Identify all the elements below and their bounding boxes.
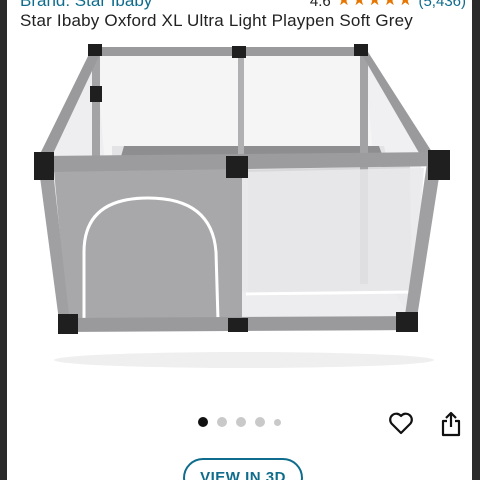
product-title: Star Ibaby Oxford XL Ultra Light Playpen… <box>20 11 413 30</box>
product-header-row: Brand: Star Ibaby 4.6 ★ ★ ★ ★ ★ (5,436) <box>20 0 472 11</box>
playpen-illustration <box>34 44 450 368</box>
star-icon: ★ <box>352 0 367 9</box>
rating-value: 4.6 <box>309 0 331 10</box>
left-frame-edge <box>0 0 7 480</box>
half-star-icon: ★ <box>398 0 413 9</box>
pagination-dot[interactable] <box>198 417 208 427</box>
product-image[interactable] <box>24 38 464 368</box>
star-icon: ★ <box>367 0 382 9</box>
image-pagination-dots[interactable] <box>198 417 281 427</box>
star-icon: ★ <box>382 0 398 9</box>
star-icon: ★ <box>336 0 352 9</box>
share-button[interactable] <box>436 408 466 440</box>
share-icon <box>441 411 461 437</box>
brand-link[interactable]: Brand: Star Ibaby <box>20 0 152 11</box>
heart-icon <box>389 412 413 435</box>
pagination-dot[interactable] <box>217 417 227 427</box>
right-frame-edge <box>472 0 480 480</box>
rating-summary[interactable]: 4.6 ★ ★ ★ ★ ★ (5,436) <box>310 0 466 11</box>
pagination-dot[interactable] <box>274 418 281 426</box>
pagination-dot[interactable] <box>255 417 265 427</box>
review-count-link[interactable]: (5,436) <box>418 0 466 10</box>
pagination-dot[interactable] <box>236 417 246 427</box>
view-in-3d-button[interactable]: VIEW IN 3D <box>183 458 303 480</box>
star-rating: ★ ★ ★ ★ ★ <box>337 0 413 11</box>
wishlist-button[interactable] <box>386 408 416 438</box>
